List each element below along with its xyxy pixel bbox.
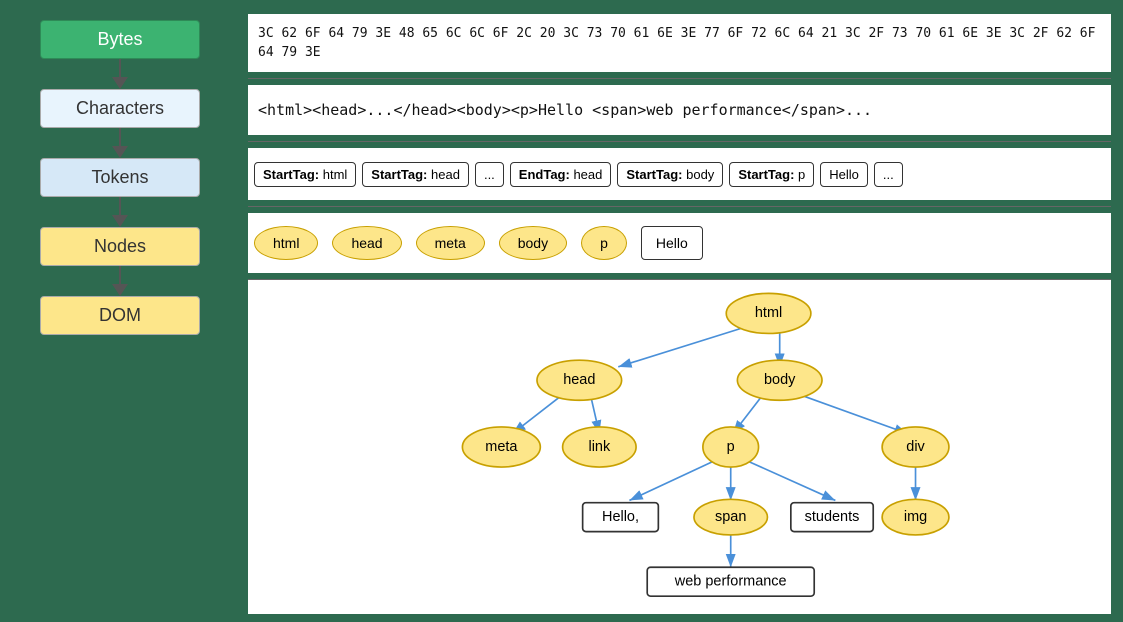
token-starttag-head: StartTag: head bbox=[362, 162, 469, 187]
node-body: body bbox=[499, 226, 567, 260]
left-pipeline: Bytes Characters Tokens Nodes bbox=[0, 0, 240, 622]
stage-bytes: Bytes bbox=[40, 20, 200, 59]
dom-p-label: p bbox=[727, 439, 735, 455]
tokens-section: StartTag: html StartTag: head ... EndTag… bbox=[248, 142, 1111, 207]
edge-p-hello bbox=[629, 461, 713, 500]
node-head: head bbox=[332, 226, 401, 260]
dom-webperf-label: web performance bbox=[674, 574, 787, 590]
dom-html-label: html bbox=[755, 305, 782, 321]
arrow-tokens-nodes bbox=[112, 197, 128, 227]
dom-span-label: span bbox=[715, 509, 746, 525]
dom-head-label: head bbox=[563, 372, 595, 388]
stage-dom: DOM bbox=[40, 296, 200, 335]
token-starttag-body: StartTag: body bbox=[617, 162, 723, 187]
dom-students-label: students bbox=[805, 509, 860, 525]
dom-link-label: link bbox=[588, 439, 610, 455]
token-ellipsis-2: ... bbox=[874, 162, 903, 187]
arrow-nodes-dom bbox=[112, 266, 128, 296]
bytes-section: 3C 62 6F 64 79 3E 48 65 6C 6C 6F 2C 20 3… bbox=[248, 8, 1111, 79]
stage-characters: Characters bbox=[40, 89, 200, 128]
dom-section: html head body meta link p div bbox=[248, 280, 1111, 614]
stage-tokens: Tokens bbox=[40, 158, 200, 197]
main-container: Bytes Characters Tokens Nodes bbox=[0, 0, 1123, 622]
token-ellipsis-1: ... bbox=[475, 162, 504, 187]
dom-body-label: body bbox=[764, 372, 796, 388]
token-text-hello: Hello bbox=[820, 162, 868, 187]
characters-section: <html><head>...</head><body><p>Hello <sp… bbox=[248, 79, 1111, 142]
token-starttag-html: StartTag: html bbox=[254, 162, 356, 187]
nodes-section: html head meta body p Hello bbox=[248, 207, 1111, 280]
dom-img-label: img bbox=[904, 509, 927, 525]
chars-value: <html><head>...</head><body><p>Hello <sp… bbox=[258, 101, 872, 119]
dom-label: DOM bbox=[99, 305, 141, 325]
token-endtag-head: EndTag: head bbox=[510, 162, 612, 187]
nodes-row: html head meta body p Hello bbox=[248, 213, 1111, 273]
node-meta: meta bbox=[416, 226, 485, 260]
token-starttag-p: StartTag: p bbox=[729, 162, 814, 187]
node-hello-label: Hello bbox=[656, 235, 688, 251]
edge-body-div bbox=[800, 395, 908, 434]
right-content: 3C 62 6F 64 79 3E 48 65 6C 6C 6F 2C 20 3… bbox=[240, 0, 1123, 622]
edge-p-students bbox=[749, 461, 836, 500]
node-p: p bbox=[581, 226, 627, 260]
tokens-row: StartTag: html StartTag: head ... EndTag… bbox=[248, 148, 1111, 200]
dom-meta-label: meta bbox=[485, 439, 518, 455]
node-hello-text: Hello bbox=[641, 226, 703, 260]
nodes-label: Nodes bbox=[94, 236, 146, 256]
arrow-bytes-chars bbox=[112, 59, 128, 89]
stage-nodes: Nodes bbox=[40, 227, 200, 266]
tokens-label: Tokens bbox=[91, 167, 148, 187]
edge-head-meta bbox=[513, 395, 563, 434]
arrow-chars-tokens bbox=[112, 128, 128, 158]
node-html: html bbox=[254, 226, 318, 260]
chars-text: <html><head>...</head><body><p>Hello <sp… bbox=[248, 85, 1111, 135]
dom-hello-label: Hello, bbox=[602, 509, 639, 525]
edge-html-head bbox=[618, 327, 746, 367]
bytes-text: 3C 62 6F 64 79 3E 48 65 6C 6C 6F 2C 20 3… bbox=[248, 14, 1111, 72]
dom-div-label: div bbox=[906, 439, 925, 455]
characters-label: Characters bbox=[76, 98, 164, 118]
dom-tree-svg: html head body meta link p div bbox=[248, 280, 1111, 614]
bytes-label: Bytes bbox=[97, 29, 142, 49]
bytes-value: 3C 62 6F 64 79 3E 48 65 6C 6C 6F 2C 20 3… bbox=[258, 24, 1101, 63]
